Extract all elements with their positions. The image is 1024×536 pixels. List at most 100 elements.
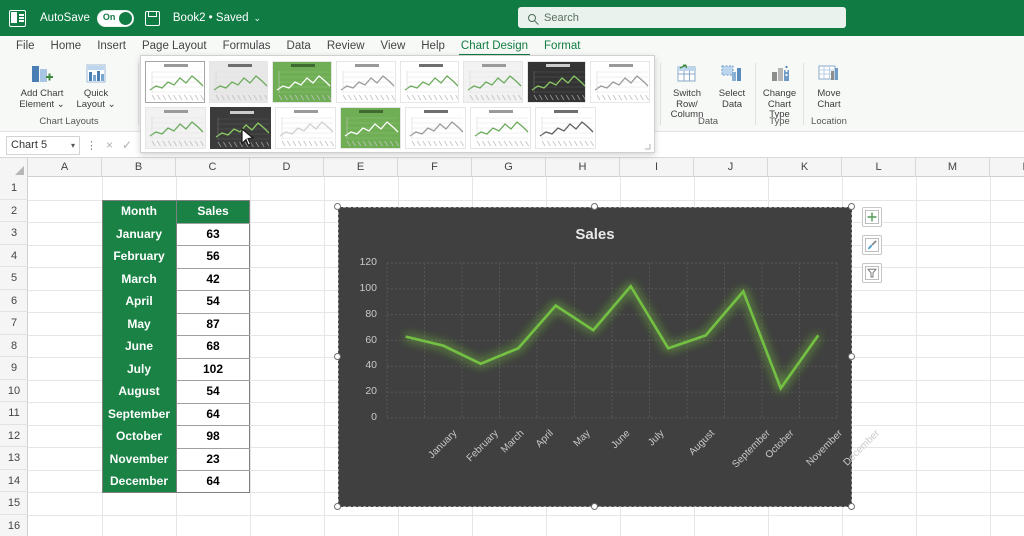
gallery-resize-grip[interactable] bbox=[644, 143, 651, 150]
chart-style-1[interactable] bbox=[145, 61, 205, 103]
tab-chart-design[interactable]: Chart Design bbox=[453, 36, 536, 57]
table-cell-month[interactable]: November bbox=[102, 447, 176, 470]
enter-icon[interactable]: ✓ bbox=[122, 138, 132, 152]
row-header-10[interactable]: 10 bbox=[0, 380, 28, 402]
chart-style-13[interactable] bbox=[405, 107, 466, 149]
table-cell-sales[interactable]: 42 bbox=[176, 267, 250, 290]
tab-formulas[interactable]: Formulas bbox=[215, 36, 279, 57]
table-cell-month[interactable]: May bbox=[102, 312, 176, 335]
tab-help[interactable]: Help bbox=[413, 36, 453, 57]
chart-style-5[interactable] bbox=[399, 61, 460, 103]
row-header-11[interactable]: 11 bbox=[0, 402, 28, 425]
chart-style-15[interactable] bbox=[535, 107, 596, 149]
table-header-month[interactable]: Month bbox=[102, 200, 176, 223]
column-header-M[interactable]: M bbox=[916, 158, 990, 177]
table-cell-sales[interactable]: 68 bbox=[176, 335, 250, 358]
add-chart-element-button[interactable]: Add Chart Element ⌄ bbox=[15, 57, 69, 110]
tab-file[interactable]: File bbox=[8, 36, 43, 57]
tab-page-layout[interactable]: Page Layout bbox=[134, 36, 215, 57]
chart-style-11[interactable] bbox=[275, 107, 336, 149]
table-cell-month[interactable]: January bbox=[102, 222, 176, 245]
row-header-15[interactable]: 15 bbox=[0, 492, 28, 515]
switch-row-column-button[interactable]: Switch Row/ Column bbox=[663, 57, 711, 121]
tab-review[interactable]: Review bbox=[319, 36, 373, 57]
autosave-toggle[interactable]: On bbox=[96, 9, 134, 27]
tab-format[interactable]: Format bbox=[536, 36, 588, 57]
table-cell-sales[interactable]: 63 bbox=[176, 222, 250, 245]
table-cell-sales[interactable]: 54 bbox=[176, 380, 250, 403]
row-header-4[interactable]: 4 bbox=[0, 245, 28, 267]
chart-style-4[interactable] bbox=[335, 61, 396, 103]
row-header-12[interactable]: 12 bbox=[0, 425, 28, 447]
sales-chart[interactable]: Sales 0 20 40 60 80 100 120 January February Marc… bbox=[338, 207, 882, 507]
chart-resize-handle[interactable] bbox=[334, 353, 341, 360]
chart-style-3[interactable] bbox=[272, 61, 332, 103]
document-name[interactable]: Book2 • Saved bbox=[173, 12, 249, 24]
search-box[interactable]: Search bbox=[518, 7, 846, 28]
column-header-H[interactable]: H bbox=[546, 158, 620, 177]
table-cell-month[interactable]: March bbox=[102, 267, 176, 290]
column-header-B[interactable]: B bbox=[102, 158, 176, 177]
chart-style-12[interactable] bbox=[340, 107, 401, 149]
tab-data[interactable]: Data bbox=[279, 36, 319, 57]
column-header-N[interactable]: N bbox=[990, 158, 1024, 177]
table-cell-month[interactable]: June bbox=[102, 335, 176, 358]
move-chart-button[interactable]: Move Chart bbox=[805, 57, 853, 110]
chart-style-6[interactable] bbox=[463, 61, 523, 103]
table-cell-sales[interactable]: 102 bbox=[176, 357, 250, 380]
chart-style-8[interactable] bbox=[590, 61, 650, 103]
table-cell-sales[interactable]: 64 bbox=[176, 402, 250, 425]
row-header-9[interactable]: 9 bbox=[0, 357, 28, 380]
chart-resize-handle[interactable] bbox=[591, 203, 598, 210]
chart-styles-button[interactable] bbox=[862, 235, 882, 255]
chart-style-14[interactable] bbox=[470, 107, 531, 149]
row-header-3[interactable]: 3 bbox=[0, 222, 28, 245]
table-cell-month[interactable]: December bbox=[102, 470, 176, 493]
cancel-icon[interactable]: × bbox=[106, 138, 113, 152]
table-cell-month[interactable]: April bbox=[102, 290, 176, 313]
row-header-1[interactable]: 1 bbox=[0, 177, 28, 200]
tab-home[interactable]: Home bbox=[43, 36, 90, 57]
chart-style-7[interactable] bbox=[526, 61, 587, 103]
row-header-16[interactable]: 16 bbox=[0, 515, 28, 536]
table-header-sales[interactable]: Sales bbox=[176, 200, 250, 223]
row-header-8[interactable]: 8 bbox=[0, 335, 28, 357]
chart-style-2[interactable] bbox=[208, 61, 269, 103]
column-header-C[interactable]: C bbox=[176, 158, 250, 177]
row-header-5[interactable]: 5 bbox=[0, 267, 28, 290]
tab-view[interactable]: View bbox=[373, 36, 414, 57]
select-all-corner[interactable] bbox=[0, 158, 28, 177]
row-header-7[interactable]: 7 bbox=[0, 312, 28, 335]
chart-resize-handle[interactable] bbox=[334, 503, 341, 510]
row-header-6[interactable]: 6 bbox=[0, 290, 28, 312]
column-header-F[interactable]: F bbox=[398, 158, 472, 177]
chart-resize-handle[interactable] bbox=[591, 503, 598, 510]
chart-resize-handle[interactable] bbox=[334, 203, 341, 210]
column-header-G[interactable]: G bbox=[472, 158, 546, 177]
row-header-14[interactable]: 14 bbox=[0, 470, 28, 492]
table-cell-month[interactable]: July bbox=[102, 357, 176, 380]
save-icon[interactable] bbox=[144, 10, 160, 26]
column-header-E[interactable]: E bbox=[324, 158, 398, 177]
column-header-K[interactable]: K bbox=[768, 158, 842, 177]
table-cell-sales[interactable]: 64 bbox=[176, 470, 250, 493]
select-data-button[interactable]: Select Data bbox=[711, 57, 753, 110]
name-box[interactable]: Chart 5 ▾ bbox=[6, 135, 80, 155]
chevron-down-icon[interactable]: ⌄ bbox=[254, 13, 262, 24]
table-cell-month[interactable]: August bbox=[102, 380, 176, 403]
table-cell-sales[interactable]: 54 bbox=[176, 290, 250, 313]
chart-styles-gallery[interactable] bbox=[140, 55, 655, 153]
column-header-L[interactable]: L bbox=[842, 158, 916, 177]
table-cell-sales[interactable]: 23 bbox=[176, 447, 250, 470]
formula-bar-expand-dots[interactable]: ⋮ bbox=[86, 139, 97, 152]
table-cell-month[interactable]: October bbox=[102, 425, 176, 448]
change-chart-type-button[interactable]: Change Chart Type bbox=[757, 57, 802, 121]
table-cell-sales[interactable]: 98 bbox=[176, 425, 250, 448]
tab-insert[interactable]: Insert bbox=[89, 36, 134, 57]
chart-style-9[interactable] bbox=[145, 107, 206, 149]
column-header-D[interactable]: D bbox=[250, 158, 324, 177]
row-header-13[interactable]: 13 bbox=[0, 447, 28, 470]
chart-resize-handle[interactable] bbox=[848, 503, 855, 510]
table-cell-month[interactable]: September bbox=[102, 402, 176, 425]
table-cell-month[interactable]: February bbox=[102, 245, 176, 268]
